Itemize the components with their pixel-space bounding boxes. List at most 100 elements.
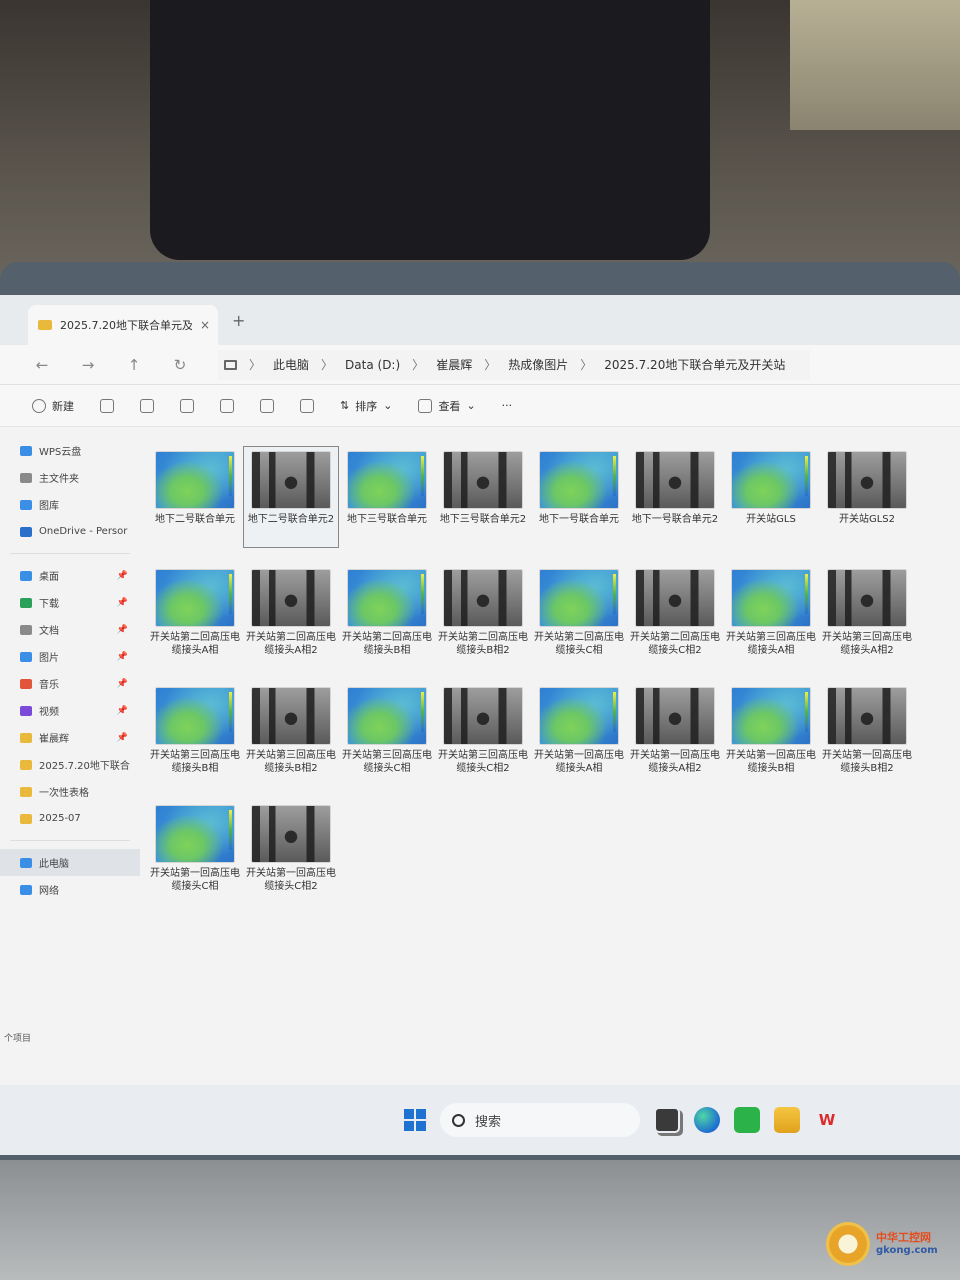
file-item[interactable]: 地下二号联合单元2 bbox=[243, 446, 339, 548]
breadcrumb-separator[interactable]: 〉 bbox=[321, 356, 333, 373]
file-item[interactable]: 开关站第三回高压电缆接头B相 bbox=[148, 683, 242, 783]
new-button[interactable]: 新建 bbox=[32, 398, 74, 414]
breadcrumb-item[interactable]: 热成像图片 bbox=[508, 356, 568, 373]
sort-icon: ⇅ bbox=[340, 399, 350, 412]
file-item[interactable]: 开关站第三回高压电缆接头A相2 bbox=[820, 565, 914, 665]
background-light bbox=[790, 0, 960, 130]
sidebar-item[interactable]: 2025-07 bbox=[0, 805, 140, 832]
share-button[interactable] bbox=[260, 398, 274, 413]
file-item[interactable]: 开关站第三回高压电缆接头C相2 bbox=[436, 683, 530, 783]
photo-thumbnail bbox=[635, 451, 715, 509]
background-monitor-stand bbox=[150, 0, 710, 260]
address-bar[interactable]: 〉此电脑〉 Data (D:) 〉崔晨辉〉热成像图片〉 2025.7.20地下联合单元… bbox=[218, 349, 810, 380]
file-item[interactable]: 开关站第三回高压电缆接头C相 bbox=[340, 683, 434, 783]
file-item[interactable]: 开关站GLS bbox=[724, 447, 818, 547]
file-item[interactable]: 开关站第一回高压电缆接头C相 bbox=[148, 801, 242, 901]
navigation-bar: ← → ↑ ↻ 〉此电脑〉 Data (D:) 〉崔晨辉〉热成像图片〉 2025.7.… bbox=[0, 345, 960, 385]
back-button[interactable]: ← bbox=[34, 356, 50, 374]
file-item[interactable]: 地下三号联合单元 bbox=[340, 447, 434, 547]
file-item[interactable]: 开关站第二回高压电缆接头B相 bbox=[340, 565, 434, 665]
photo-thumbnail bbox=[635, 687, 715, 745]
paste-button[interactable] bbox=[180, 398, 194, 413]
sidebar-item[interactable]: 崔晨辉 📌 bbox=[0, 724, 140, 751]
file-item[interactable]: 开关站第一回高压电缆接头B相 bbox=[724, 683, 818, 783]
file-item[interactable]: 开关站第一回高压电缆接头A相 bbox=[532, 683, 626, 783]
forward-button[interactable]: → bbox=[80, 356, 96, 374]
sidebar-item[interactable]: WPS云盘 bbox=[0, 437, 140, 464]
file-explorer-icon[interactable] bbox=[774, 1107, 800, 1133]
file-item[interactable]: 开关站第二回高压电缆接头C相 bbox=[532, 565, 626, 665]
wps-icon[interactable]: W bbox=[814, 1107, 840, 1133]
file-item[interactable]: 开关站第二回高压电缆接头C相2 bbox=[628, 565, 722, 665]
task-view-button[interactable] bbox=[654, 1107, 680, 1133]
laptop-base bbox=[0, 1160, 960, 1280]
file-item[interactable]: 地下三号联合单元2 bbox=[436, 447, 530, 547]
sidebar-item[interactable]: 图库 bbox=[0, 491, 140, 518]
sidebar-item[interactable]: 图片 📌 bbox=[0, 643, 140, 670]
tab-current-folder[interactable]: 2025.7.20地下联合单元及开关站 × bbox=[28, 305, 218, 345]
chevron-down-icon: ⌄ bbox=[466, 399, 476, 412]
folder-icon bbox=[38, 320, 52, 330]
up-button[interactable]: ↑ bbox=[126, 356, 142, 374]
sidebar-item[interactable]: OneDrive - Persor bbox=[0, 518, 140, 545]
network-icon bbox=[20, 884, 32, 895]
tab-strip: 2025.7.20地下联合单元及开关站 × + bbox=[0, 295, 960, 345]
breadcrumb-separator[interactable]: 〉 bbox=[580, 356, 592, 373]
file-name: 开关站第一回高压电缆接头A相 bbox=[534, 750, 624, 774]
file-item[interactable]: 地下二号联合单元 bbox=[148, 447, 242, 547]
file-item[interactable]: 开关站第三回高压电缆接头A相 bbox=[724, 565, 818, 665]
breadcrumb-separator[interactable]: 〉 bbox=[484, 356, 496, 373]
sidebar-item[interactable]: 主文件夹 bbox=[0, 464, 140, 491]
view-icon bbox=[418, 398, 433, 413]
breadcrumb-separator[interactable]: 〉 bbox=[412, 356, 424, 373]
sidebar-item[interactable]: 下载 📌 bbox=[0, 589, 140, 616]
breadcrumb-item[interactable]: 此电脑 bbox=[273, 356, 309, 373]
file-item[interactable]: 开关站第一回高压电缆接头A相2 bbox=[628, 683, 722, 783]
sidebar-item[interactable]: 网络 bbox=[0, 876, 140, 903]
more-options-button[interactable]: ··· bbox=[502, 399, 513, 412]
sidebar-item[interactable]: 一次性表格 bbox=[0, 778, 140, 805]
sidebar-item[interactable]: 音乐 📌 bbox=[0, 670, 140, 697]
copy-button[interactable] bbox=[140, 398, 154, 413]
file-item[interactable]: 地下一号联合单元2 bbox=[628, 447, 722, 547]
sort-button[interactable]: ⇅ 排序 ⌄ bbox=[340, 398, 392, 414]
store-icon[interactable] bbox=[734, 1107, 760, 1133]
file-item[interactable]: 开关站GLS2 bbox=[820, 447, 914, 547]
sidebar-item[interactable]: 文档 📌 bbox=[0, 616, 140, 643]
file-item[interactable]: 开关站第二回高压电缆接头A相 bbox=[148, 565, 242, 665]
new-label: 新建 bbox=[52, 399, 74, 413]
view-button[interactable]: 查看 ⌄ bbox=[418, 398, 476, 414]
cut-button[interactable] bbox=[100, 398, 114, 413]
file-item[interactable]: 开关站第三回高压电缆接头B相2 bbox=[244, 683, 338, 783]
close-tab-button[interactable]: × bbox=[200, 318, 218, 332]
file-item[interactable]: 地下一号联合单元 bbox=[532, 447, 626, 547]
start-button[interactable] bbox=[404, 1109, 426, 1131]
delete-button[interactable] bbox=[300, 398, 314, 413]
file-name: 开关站GLS bbox=[746, 514, 796, 525]
thermal-image-thumbnail bbox=[155, 451, 235, 509]
rename-button[interactable] bbox=[220, 398, 234, 413]
thermal-image-thumbnail bbox=[539, 451, 619, 509]
breadcrumb-separator[interactable]: 〉 bbox=[249, 356, 261, 373]
sidebar-item[interactable]: 桌面 📌 bbox=[0, 562, 140, 589]
refresh-button[interactable]: ↻ bbox=[172, 356, 188, 374]
file-item[interactable]: 开关站第一回高压电缆接头C相2 bbox=[244, 801, 338, 901]
file-item[interactable]: 开关站第一回高压电缆接头B相2 bbox=[820, 683, 914, 783]
edge-icon[interactable] bbox=[694, 1107, 720, 1133]
sidebar-item[interactable]: 2025.7.20地下联合 bbox=[0, 751, 140, 778]
taskbar-search[interactable]: 搜索 bbox=[440, 1103, 640, 1137]
file-item[interactable]: 开关站第二回高压电缆接头A相2 bbox=[244, 565, 338, 665]
sidebar-item-label: WPS云盘 bbox=[39, 447, 82, 458]
breadcrumb-item[interactable]: Data (D:) bbox=[345, 358, 400, 372]
sidebar-item[interactable]: 视频 📌 bbox=[0, 697, 140, 724]
file-item[interactable]: 开关站第二回高压电缆接头B相2 bbox=[436, 565, 530, 665]
sidebar-item[interactable]: 此电脑 bbox=[0, 849, 140, 876]
new-tab-button[interactable]: + bbox=[232, 311, 245, 330]
breadcrumb-item[interactable]: 2025.7.20地下联合单元及开关站 bbox=[604, 356, 785, 373]
breadcrumb-item[interactable]: 崔晨辉 bbox=[436, 356, 472, 373]
download-icon bbox=[20, 597, 32, 608]
cloud-icon bbox=[20, 445, 32, 456]
gallery-icon bbox=[20, 499, 32, 510]
sidebar-item-label: 网络 bbox=[39, 886, 59, 897]
folder-icon bbox=[20, 732, 32, 743]
